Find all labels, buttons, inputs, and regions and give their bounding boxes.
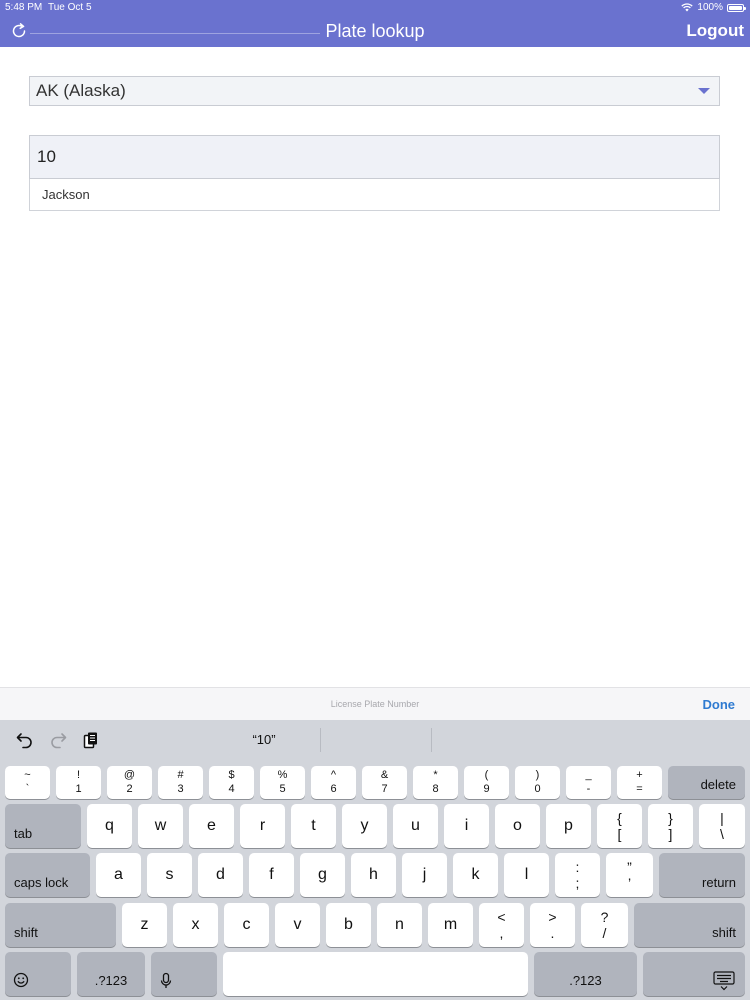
key-k[interactable]: k: [453, 853, 498, 897]
state-select[interactable]: AK (Alaska): [29, 76, 720, 106]
key-w[interactable]: w: [138, 804, 183, 848]
done-button[interactable]: Done: [703, 697, 736, 712]
key-semicolon[interactable]: :;: [555, 853, 600, 897]
emoji-icon: [13, 972, 29, 988]
paste-icon[interactable]: [81, 730, 101, 750]
key-g[interactable]: g: [300, 853, 345, 897]
field-placeholder-label: License Plate Number: [330, 699, 420, 709]
key-9[interactable]: (9: [464, 766, 509, 799]
wifi-icon: [681, 3, 694, 12]
key-8[interactable]: * 8: [413, 766, 458, 799]
battery-icon: [727, 3, 746, 12]
key-slash[interactable]: ? /: [581, 903, 628, 947]
key-r[interactable]: r: [240, 804, 285, 848]
suggestion-label: Jackson: [42, 187, 90, 202]
top-bar: 5:48 PM Tue Oct 5 100% Plate lookup Logo…: [0, 0, 750, 47]
emoji-key[interactable]: [5, 952, 71, 996]
key-e[interactable]: e: [189, 804, 234, 848]
key-t[interactable]: t: [291, 804, 336, 848]
autocomplete-suggestion[interactable]: Jackson: [29, 179, 720, 211]
status-time: 5:48 PM: [5, 2, 43, 13]
hide-keyboard-icon: [713, 971, 735, 991]
prediction-suggestion[interactable]: “10”: [210, 732, 318, 747]
on-screen-keyboard: “10” ~ ` ! 1 @2 #3 $4 % 5 ^ 6 & 7 * 8 (9 ) 0 _ -…: [0, 720, 750, 1000]
delete-key[interactable]: delete: [668, 766, 745, 799]
numbers-key-left[interactable]: .?123: [77, 952, 145, 996]
key-a[interactable]: a: [96, 853, 141, 897]
key-period[interactable]: >.: [530, 903, 575, 947]
key-quote[interactable]: ”’: [606, 853, 653, 897]
page-title: Plate lookup: [325, 21, 425, 41]
key-z[interactable]: z: [122, 903, 167, 947]
key-m[interactable]: m: [428, 903, 473, 947]
key-d[interactable]: d: [198, 853, 243, 897]
status-indicators: 100%: [681, 2, 746, 13]
caps-lock-key[interactable]: caps lock: [5, 853, 90, 897]
plate-number-value: 10: [37, 147, 56, 166]
key-6[interactable]: ^ 6: [311, 766, 356, 799]
key-x[interactable]: x: [173, 903, 218, 947]
undo-icon[interactable]: [15, 730, 35, 750]
state-select-value: AK (Alaska): [36, 81, 126, 100]
prediction-divider: [320, 728, 321, 752]
dictation-key[interactable]: [151, 952, 217, 996]
keyboard-accessory-bar: License Plate Number Done: [0, 687, 750, 720]
space-key[interactable]: [223, 952, 528, 996]
keyboard-shortcut-bar: “10”: [0, 720, 750, 760]
key-f[interactable]: f: [249, 853, 294, 897]
key-equals[interactable]: + =: [617, 766, 662, 799]
key-4[interactable]: $4: [209, 766, 254, 799]
key-c[interactable]: c: [224, 903, 269, 947]
key-o[interactable]: o: [495, 804, 540, 848]
prediction-divider: [431, 728, 432, 752]
key-tilde[interactable]: ~ `: [5, 766, 50, 799]
key-p[interactable]: p: [546, 804, 591, 848]
key-b[interactable]: b: [326, 903, 371, 947]
status-date: Tue Oct 5: [48, 2, 92, 13]
key-3[interactable]: #3: [158, 766, 203, 799]
key-right-bracket[interactable]: }]: [648, 804, 693, 848]
plate-number-input[interactable]: 10: [29, 135, 720, 179]
key-2[interactable]: @2: [107, 766, 152, 799]
key-q[interactable]: q: [87, 804, 132, 848]
tab-key[interactable]: tab: [5, 804, 81, 848]
key-h[interactable]: h: [351, 853, 396, 897]
key-i[interactable]: i: [444, 804, 489, 848]
shift-left-key[interactable]: shift: [5, 903, 116, 947]
key-comma[interactable]: <,: [479, 903, 524, 947]
key-l[interactable]: l: [504, 853, 549, 897]
key-7[interactable]: & 7: [362, 766, 407, 799]
key-y[interactable]: y: [342, 804, 387, 848]
key-backslash[interactable]: | \: [699, 804, 745, 848]
key-minus[interactable]: _ -: [566, 766, 611, 799]
dropdown-arrow-icon[interactable]: [698, 88, 710, 94]
key-left-bracket[interactable]: {[: [597, 804, 642, 848]
key-0[interactable]: ) 0: [515, 766, 560, 799]
numbers-key-right[interactable]: .?123: [534, 952, 637, 996]
logout-button[interactable]: Logout: [686, 21, 744, 41]
redo-icon[interactable]: [48, 730, 68, 750]
microphone-icon: [160, 972, 172, 988]
return-key[interactable]: return: [659, 853, 745, 897]
shift-right-key[interactable]: shift: [634, 903, 745, 947]
key-j[interactable]: j: [402, 853, 447, 897]
key-n[interactable]: n: [377, 903, 422, 947]
key-u[interactable]: u: [393, 804, 438, 848]
key-1[interactable]: ! 1: [56, 766, 101, 799]
key-s[interactable]: s: [147, 853, 192, 897]
key-5[interactable]: % 5: [260, 766, 305, 799]
key-v[interactable]: v: [275, 903, 320, 947]
hide-keyboard-key[interactable]: [643, 952, 745, 996]
battery-percent: 100%: [697, 2, 723, 13]
